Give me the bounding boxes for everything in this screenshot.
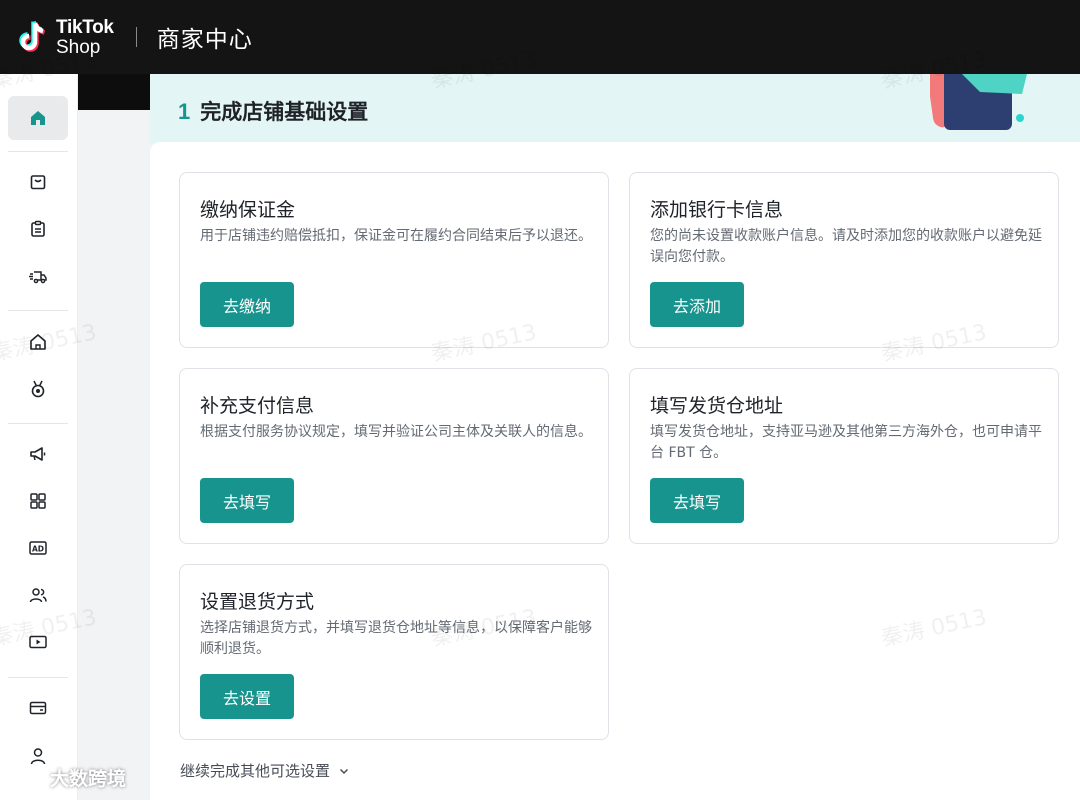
sidebar-divider	[8, 151, 68, 152]
wallet-icon	[29, 701, 47, 715]
warehouse-address-card: 填写发货仓地址 填写发货仓地址，支持亚马逊及其他第三方海外仓，也可申请平台 FB…	[629, 368, 1059, 544]
add-bank-card-button[interactable]: 去添加	[650, 282, 744, 327]
sidebar-divider	[8, 423, 68, 424]
delivery-truck-icon	[29, 271, 47, 284]
setup-banner: 1 完成店铺基础设置	[150, 74, 1080, 144]
sidebar-item-apps[interactable]	[8, 479, 68, 523]
megaphone-icon	[30, 447, 46, 461]
card-title: 添加银行卡信息	[650, 199, 784, 221]
payment-info-card: 补充支付信息 根据支付服务协议规定，填写并验证公司主体及关联人的信息。 去填写	[179, 368, 609, 544]
content-gutter	[78, 110, 150, 800]
more-settings-label: 继续完成其他可选设置	[180, 762, 331, 780]
home-icon	[31, 111, 45, 125]
ad-icon: AD	[29, 541, 47, 555]
sidebar-item-products[interactable]	[8, 160, 68, 204]
logo-text-shop: Shop	[56, 36, 101, 58]
tiktok-shop-logo[interactable]: TikTok Shop	[16, 17, 114, 57]
medal-icon	[31, 380, 45, 398]
header-shadow-strip	[78, 74, 150, 110]
sidebar: AD	[0, 74, 78, 800]
card-description: 根据支付服务协议规定，填写并验证公司主体及关联人的信息。	[200, 424, 592, 440]
page-title: 商家中心	[156, 27, 253, 53]
sidebar-item-creators[interactable]	[8, 573, 68, 617]
sidebar-item-finance[interactable]	[8, 686, 68, 730]
storefront-icon	[30, 334, 46, 350]
card-description: 填写发货仓地址，支持亚马逊及其他第三方海外仓，也可申请平台 FBT 仓。	[650, 424, 1042, 461]
sidebar-item-live[interactable]	[8, 620, 68, 664]
sidebar-item-growth[interactable]	[8, 367, 68, 411]
deposit-card: 缴纳保证金 用于店铺违约赔偿抵扣，保证金可在履约合同结束后予以退还。 去缴纳	[179, 172, 609, 348]
banner-title-text: 完成店铺基础设置	[200, 100, 369, 124]
svg-text:AD: AD	[32, 545, 44, 554]
sidebar-item-orders[interactable]	[8, 207, 68, 251]
users-icon	[29, 588, 47, 603]
card-title: 补充支付信息	[200, 395, 315, 417]
fill-warehouse-address-button[interactable]: 去填写	[650, 478, 744, 523]
video-icon	[29, 635, 47, 649]
sidebar-item-home[interactable]	[8, 96, 68, 140]
sidebar-divider	[8, 310, 68, 311]
card-title: 设置退货方式	[200, 591, 315, 613]
sidebar-item-shop[interactable]	[8, 320, 68, 364]
sidebar-divider	[8, 677, 68, 678]
more-optional-settings-link[interactable]: 继续完成其他可选设置	[180, 760, 350, 781]
header-divider	[135, 27, 137, 47]
bank-card-card: 添加银行卡信息 您的尚未设置收款账户信息。请及时添加您的收款账户以避免延误向您付…	[629, 172, 1059, 348]
sidebar-item-ads[interactable]: AD	[8, 526, 68, 570]
card-description: 选择店铺退货方式，并填写退货仓地址等信息，以保障客户能够顺利退货。	[200, 620, 592, 657]
top-bar: TikTok Shop 商家中心	[0, 0, 1080, 74]
main-content: 缴纳保证金 用于店铺违约赔偿抵扣，保证金可在履约合同结束后予以退还。 去缴纳 添…	[150, 142, 1080, 800]
chevron-down-icon	[339, 768, 349, 774]
card-description: 您的尚未设置收款账户信息。请及时添加您的收款账户以避免延误向您付款。	[650, 228, 1042, 265]
apps-grid-icon	[30, 493, 46, 509]
overlay-brand-watermark: 大数跨境	[6, 764, 126, 791]
sidebar-item-shipping[interactable]	[8, 254, 68, 298]
card-title: 填写发货仓地址	[650, 395, 784, 417]
overlay-brand-text: 大数跨境	[50, 768, 127, 790]
pay-deposit-button[interactable]: 去缴纳	[200, 282, 294, 327]
clipboard-icon	[31, 220, 45, 237]
phone-illustration-icon	[930, 74, 1027, 130]
tiktok-note-icon	[19, 20, 46, 52]
banner-title: 1 完成店铺基础设置	[178, 96, 368, 126]
fill-payment-info-button[interactable]: 去填写	[200, 478, 294, 523]
set-return-method-button[interactable]: 去设置	[200, 674, 294, 719]
card-title: 缴纳保证金	[200, 199, 296, 221]
card-description: 用于店铺违约赔偿抵扣，保证金可在履约合同结束后予以退还。	[200, 228, 592, 244]
brand-logo-icon	[8, 769, 45, 786]
step-number: 1	[178, 99, 191, 124]
return-method-card: 设置退货方式 选择店铺退货方式，并填写退货仓地址等信息，以保障客户能够顺利退货。…	[179, 564, 609, 740]
logo-text-tiktok: TikTok	[56, 16, 114, 38]
sidebar-item-marketing[interactable]	[8, 432, 68, 476]
account-icon	[30, 748, 46, 765]
bag-icon	[30, 175, 46, 190]
